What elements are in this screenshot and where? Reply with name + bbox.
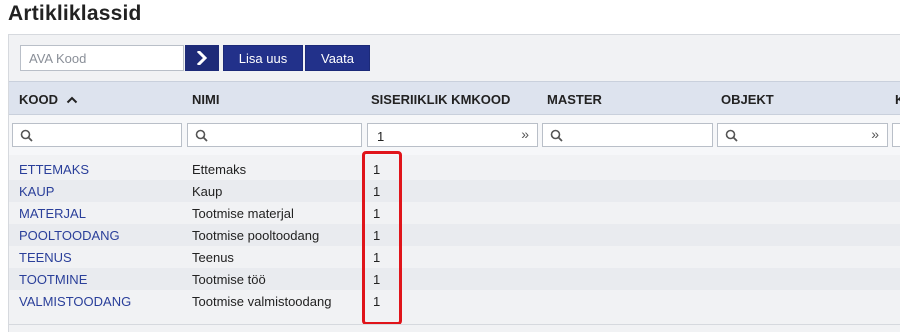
column-header-siseriiklik-kmkood[interactable]: SISERIIKLIK KMKOOD bbox=[371, 92, 510, 107]
filter-row: 1 » » bbox=[9, 115, 900, 155]
view-button[interactable]: Vaata bbox=[305, 45, 370, 71]
table-row[interactable]: KAUP Kaup 1 bbox=[9, 180, 900, 202]
double-chevron-right-icon[interactable]: » bbox=[521, 126, 529, 142]
table-body: ETTEMAKS Ettemaks 1 KAUP Kaup 1 MATERJAL… bbox=[9, 158, 900, 312]
code-link[interactable]: TOOTMINE bbox=[19, 272, 87, 287]
name-cell: Tootmise valmistoodang bbox=[192, 294, 332, 309]
highlight-annotation bbox=[362, 151, 402, 325]
code-link[interactable]: ETTEMAKS bbox=[19, 162, 89, 177]
filter-siseriiklik-kmkood[interactable]: 1 » bbox=[367, 123, 538, 147]
search-input[interactable] bbox=[21, 46, 183, 70]
double-chevron-right-icon[interactable]: » bbox=[871, 126, 879, 142]
name-cell: Kaup bbox=[192, 184, 223, 199]
table-row[interactable]: ETTEMAKS Ettemaks 1 bbox=[9, 158, 900, 180]
list-panel: Lisa uus Vaata KOOD NIMI SISERIIKLIK KMK… bbox=[8, 34, 900, 332]
code-link[interactable]: VALMISTOODANG bbox=[19, 294, 131, 309]
chevron-right-icon bbox=[196, 51, 208, 65]
table-row[interactable]: POOLTOODANG Tootmise pooltoodang 1 bbox=[9, 224, 900, 246]
column-header-label: KOOD bbox=[19, 92, 58, 107]
name-cell: Ettemaks bbox=[192, 162, 247, 177]
name-cell: Tootmise töö bbox=[192, 272, 266, 287]
filter-objekt[interactable]: » bbox=[717, 123, 888, 147]
table-row[interactable]: TEENUS Teenus 1 bbox=[9, 246, 900, 268]
filter-value: 1 bbox=[377, 129, 385, 144]
search-icon bbox=[550, 129, 563, 142]
filter-kood[interactable] bbox=[12, 123, 182, 147]
code-link[interactable]: TEENUS bbox=[19, 250, 72, 265]
add-new-button[interactable]: Lisa uus bbox=[223, 45, 303, 71]
table-footer bbox=[9, 324, 900, 332]
column-header-nimi[interactable]: NIMI bbox=[192, 92, 219, 107]
filter-truncated[interactable] bbox=[892, 123, 900, 147]
toolbar: Lisa uus Vaata bbox=[9, 35, 900, 81]
column-header-kood[interactable]: KOOD bbox=[19, 92, 78, 107]
search-icon bbox=[195, 129, 208, 142]
code-link[interactable]: POOLTOODANG bbox=[19, 228, 120, 243]
table-header: KOOD NIMI SISERIIKLIK KMKOOD MASTER OBJE… bbox=[9, 81, 900, 115]
column-header-objekt[interactable]: OBJEKT bbox=[721, 92, 774, 107]
search-icon bbox=[725, 129, 738, 142]
table-row[interactable]: MATERJAL Tootmise materjal 1 bbox=[9, 202, 900, 224]
name-cell: Teenus bbox=[192, 250, 234, 265]
chevron-up-icon bbox=[66, 96, 77, 104]
filter-nimi[interactable] bbox=[187, 123, 362, 147]
search-field[interactable] bbox=[20, 45, 184, 71]
filter-master[interactable] bbox=[542, 123, 713, 147]
code-link[interactable]: MATERJAL bbox=[19, 206, 86, 221]
go-button[interactable] bbox=[185, 45, 219, 71]
search-icon bbox=[20, 129, 33, 142]
column-header-master[interactable]: MASTER bbox=[547, 92, 602, 107]
table-row[interactable]: VALMISTOODANG Tootmise valmistoodang 1 bbox=[9, 290, 900, 312]
table-row[interactable]: TOOTMINE Tootmise töö 1 bbox=[9, 268, 900, 290]
code-link[interactable]: KAUP bbox=[19, 184, 54, 199]
name-cell: Tootmise pooltoodang bbox=[192, 228, 320, 243]
page-title: Artikliklassid bbox=[8, 2, 142, 25]
name-cell: Tootmise materjal bbox=[192, 206, 294, 221]
column-header-truncated[interactable]: K bbox=[895, 92, 900, 107]
